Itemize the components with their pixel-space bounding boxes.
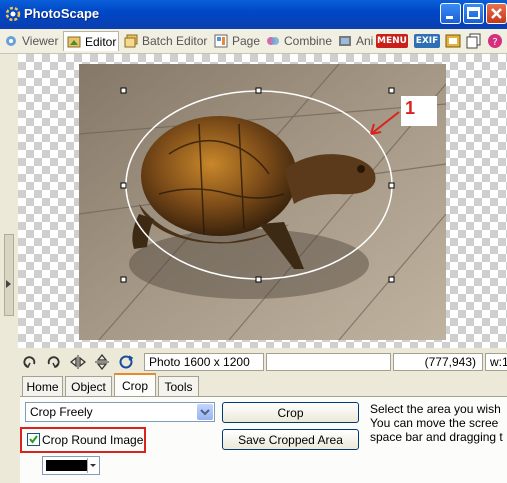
tab-page[interactable]: Page: [214, 31, 260, 51]
rotate-right-icon[interactable]: [45, 354, 61, 370]
flip-vertical-icon[interactable]: [94, 354, 110, 370]
color-dropdown[interactable]: [87, 458, 98, 473]
tab-crop[interactable]: Crop: [114, 373, 156, 396]
chevron-right-icon: [6, 280, 11, 288]
save-cropped-area-button[interactable]: Save Cropped Area: [222, 429, 359, 450]
tab-tools[interactable]: Tools: [158, 376, 199, 396]
minimize-icon: [446, 16, 453, 19]
help-line: You can move the scree: [370, 416, 499, 430]
copy-icon[interactable]: [466, 33, 482, 49]
crop-help-text: Select the area you wish You can move th…: [370, 402, 507, 444]
module-tab-bar: Viewer Editor Batch Editor Page Combine …: [0, 29, 507, 54]
chevron-down-icon: [200, 409, 210, 416]
viewer-icon: [4, 34, 18, 48]
status-bar: Photo 1600 x 1200 (777,943) w:116: [18, 349, 507, 375]
close-button[interactable]: [486, 3, 507, 24]
maximize-icon: [467, 7, 480, 19]
color-picker[interactable]: [42, 456, 100, 475]
photo-image[interactable]: [79, 64, 446, 340]
page-icon: [214, 34, 228, 48]
tab-label: Ani: [356, 34, 374, 48]
photo-info: Photo 1600 x 1200: [144, 353, 264, 371]
tab-home[interactable]: Home: [22, 376, 63, 396]
color-swatch: [46, 460, 87, 471]
crop-mode-select[interactable]: Crop Freely: [25, 402, 215, 422]
flip-horizontal-icon[interactable]: [70, 354, 86, 370]
side-panel-toggle[interactable]: [0, 54, 19, 348]
maximize-button[interactable]: [463, 3, 484, 24]
tab-editor[interactable]: Editor: [63, 31, 119, 51]
annotation-number: 1: [405, 98, 416, 118]
tab-label: Batch Editor: [142, 34, 208, 48]
svg-text:?: ?: [492, 37, 497, 48]
tab-ani[interactable]: Ani: [338, 31, 378, 51]
crop-button[interactable]: Crop: [222, 402, 359, 423]
crop-mode-value: Crop Freely: [30, 405, 93, 419]
selection-width: w:116: [485, 353, 507, 371]
window-title: PhotoScape: [24, 6, 100, 21]
help-icon[interactable]: ?: [487, 33, 503, 49]
chevron-down-icon: [90, 464, 96, 467]
tab-label: Editor: [85, 34, 117, 49]
exif-button[interactable]: EXIF: [414, 34, 440, 48]
checkmark-icon: [29, 435, 38, 444]
batch-editor-icon: [124, 34, 138, 48]
close-icon: [491, 8, 502, 19]
combine-icon: [266, 34, 280, 48]
photoscape-logo-icon: [5, 6, 21, 22]
tab-batch-editor[interactable]: Batch Editor: [124, 31, 210, 51]
minimize-button[interactable]: [440, 3, 461, 24]
crop-round-label[interactable]: Crop Round Image: [42, 433, 143, 447]
cursor-coords: (777,943): [393, 353, 483, 371]
tab-object[interactable]: Object: [65, 376, 112, 396]
tab-combine[interactable]: Combine: [266, 31, 332, 51]
rotate-left-icon[interactable]: [22, 354, 38, 370]
menu-button[interactable]: MENU: [376, 34, 408, 48]
panel-grip[interactable]: [4, 234, 14, 316]
dropdown-button[interactable]: [197, 404, 213, 420]
tab-label: Viewer: [22, 34, 59, 48]
tab-label: Page: [232, 34, 261, 48]
film-icon[interactable]: [445, 33, 461, 49]
help-line: Select the area you wish: [370, 402, 501, 416]
ani-icon: [338, 34, 352, 48]
status-empty-box: [266, 353, 391, 371]
help-line: space bar and dragging t: [370, 430, 503, 444]
title-bar: PhotoScape: [0, 0, 507, 29]
editor-icon: [67, 35, 81, 49]
tab-label: Combine: [284, 34, 333, 48]
rotate-free-icon[interactable]: [118, 354, 134, 370]
tab-viewer[interactable]: Viewer: [4, 31, 62, 51]
crop-round-checkbox[interactable]: [27, 433, 40, 446]
